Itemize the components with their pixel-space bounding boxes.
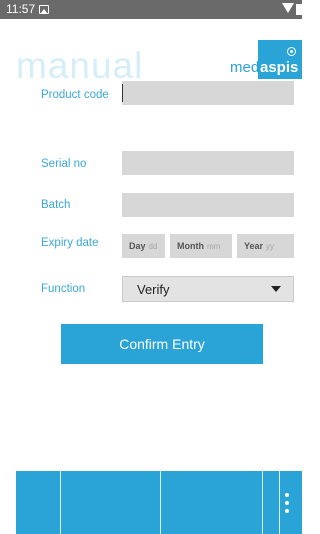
serial-no-field[interactable] xyxy=(122,151,294,175)
month-placeholder: mm xyxy=(207,242,221,251)
logo-badge: aspis xyxy=(258,40,302,79)
more-vertical-icon[interactable] xyxy=(280,471,302,534)
nav-button-2[interactable] xyxy=(61,471,160,534)
serial-no-label: Serial no xyxy=(41,158,87,170)
bottom-nav-bar xyxy=(16,471,302,534)
expiry-month-field[interactable]: Month mm xyxy=(170,234,232,258)
expiry-date-label: Expiry date xyxy=(41,237,99,249)
battery-icon xyxy=(296,4,302,15)
status-time: 11:57 xyxy=(6,2,36,16)
year-label: Year xyxy=(244,241,264,251)
image-icon xyxy=(39,5,49,14)
nav-button-1[interactable] xyxy=(16,471,60,534)
function-select[interactable]: Verify xyxy=(122,276,294,302)
product-code-label: Product code xyxy=(41,89,109,101)
year-placeholder: yy xyxy=(266,242,275,251)
batch-field[interactable] xyxy=(122,193,294,217)
day-label: Day xyxy=(129,241,146,251)
text-cursor xyxy=(122,84,123,102)
expiry-year-field[interactable]: Year yy xyxy=(237,234,294,258)
status-bar: 11:57 xyxy=(0,0,302,19)
day-placeholder: dd xyxy=(148,242,158,251)
nav-button-3[interactable] xyxy=(161,471,262,534)
wifi-icon xyxy=(282,3,294,13)
product-code-field[interactable] xyxy=(122,81,294,105)
nav-button-4[interactable] xyxy=(263,471,279,534)
dropdown-arrow-icon xyxy=(271,286,281,292)
logo-med-text: med xyxy=(230,59,260,76)
function-selected-value: Verify xyxy=(137,282,170,297)
function-label: Function xyxy=(41,283,86,295)
batch-label: Batch xyxy=(41,199,71,211)
logo-aspis-text: aspis xyxy=(260,59,299,76)
confirm-entry-button[interactable]: Confirm Entry xyxy=(61,324,263,364)
logo-ring-icon xyxy=(287,47,296,56)
month-label: Month xyxy=(177,241,204,251)
expiry-day-field[interactable]: Day dd xyxy=(122,234,165,258)
